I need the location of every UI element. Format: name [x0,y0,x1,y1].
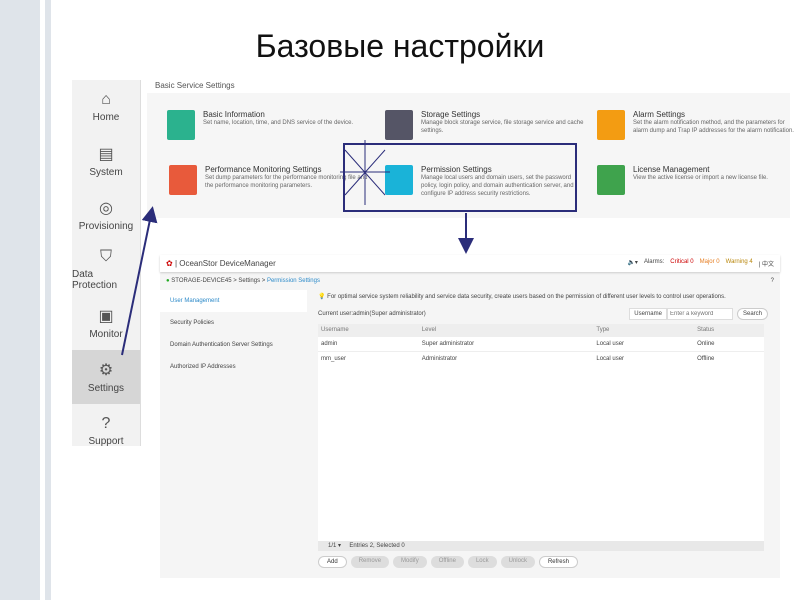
click-burst-icon [340,140,390,205]
annotation-arrows [121,140,474,356]
arrow-settings-to-panel [121,206,158,356]
